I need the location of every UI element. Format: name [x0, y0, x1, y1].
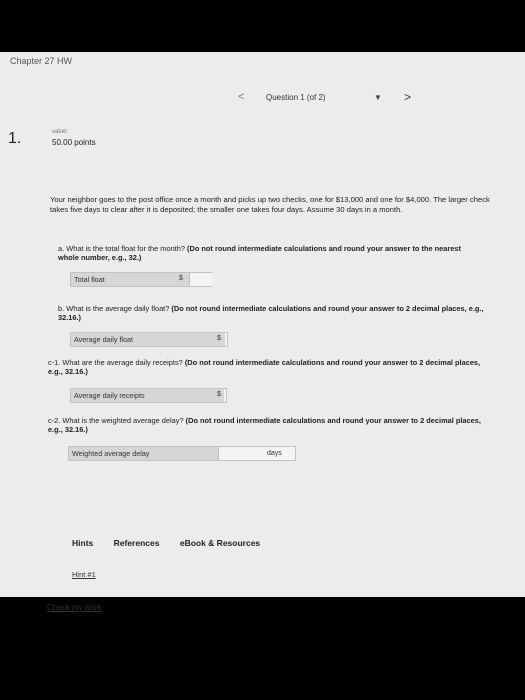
average-daily-float-input[interactable]: [225, 333, 227, 346]
question-intro: Your neighbor goes to the post office on…: [50, 195, 490, 214]
part-a-prefix: a.: [58, 244, 65, 253]
part-b-answer-row: Average daily float $: [70, 332, 228, 347]
homework-page: Chapter 27 HW < Question 1 (of 2) ▼ > 1.…: [0, 52, 525, 612]
prev-question-icon[interactable]: <: [238, 91, 244, 103]
tab-ebook-resources[interactable]: eBook & Resources: [180, 538, 260, 548]
question-selector[interactable]: Question 1 (of 2): [266, 93, 326, 102]
part-b-question: What is the average daily float?: [66, 304, 170, 313]
weighted-average-delay-input[interactable]: days: [218, 446, 296, 461]
part-a-currency: $: [179, 275, 183, 282]
part-a-question: What is the total float for the month?: [66, 244, 185, 253]
chapter-title: Chapter 27 HW: [10, 56, 73, 66]
part-c2-prompt: c-2. What is the weighted average delay?…: [48, 416, 488, 435]
hint-1-link[interactable]: Hint #1: [72, 570, 96, 579]
part-c2-answer-label: Weighted average delay: [72, 449, 150, 458]
average-daily-receipts-input[interactable]: [224, 389, 226, 402]
part-c1-prompt: c-1. What are the average daily receipts…: [48, 358, 488, 377]
part-c1-currency: $: [217, 391, 221, 398]
total-float-input[interactable]: [189, 273, 212, 286]
part-b-answer-label: Average daily float: [74, 335, 134, 344]
part-a-prompt: a. What is the total float for the month…: [58, 244, 478, 263]
value-label: value:: [52, 129, 69, 135]
weighted-average-delay-value[interactable]: [219, 447, 263, 460]
chevron-down-icon[interactable]: ▼: [374, 93, 382, 102]
question-number: 1.: [8, 130, 22, 147]
part-c1-question: What are the average daily receipts?: [62, 358, 183, 367]
part-b-prefix: b.: [58, 304, 65, 313]
days-unit-label: days: [267, 450, 282, 457]
next-question-icon[interactable]: >: [404, 90, 411, 104]
part-c1-prefix: c-1.: [48, 358, 61, 367]
part-b-prompt: b. What is the average daily float? (Do …: [58, 304, 488, 323]
part-c1-answer-label: Average daily receipts: [74, 391, 145, 400]
part-c1-answer-row: Average daily receipts $: [70, 388, 227, 403]
resource-tabs: Hints References eBook & Resources: [72, 538, 278, 548]
part-c2-question: What is the weighted average delay?: [62, 416, 184, 425]
part-a-answer-label: Total float: [74, 275, 105, 284]
check-my-work-link[interactable]: Check my work: [47, 603, 102, 612]
tab-hints[interactable]: Hints: [72, 538, 93, 548]
points-value: 50.00 points: [52, 138, 96, 147]
tab-references[interactable]: References: [114, 538, 160, 548]
question-navigator: < Question 1 (of 2) ▼ >: [238, 89, 411, 107]
part-b-currency: $: [217, 335, 221, 342]
part-a-answer-row: Total float $: [70, 272, 212, 287]
part-c2-prefix: c-2.: [48, 416, 61, 425]
part-c2-answer-row: Weighted average delay: [68, 446, 220, 461]
